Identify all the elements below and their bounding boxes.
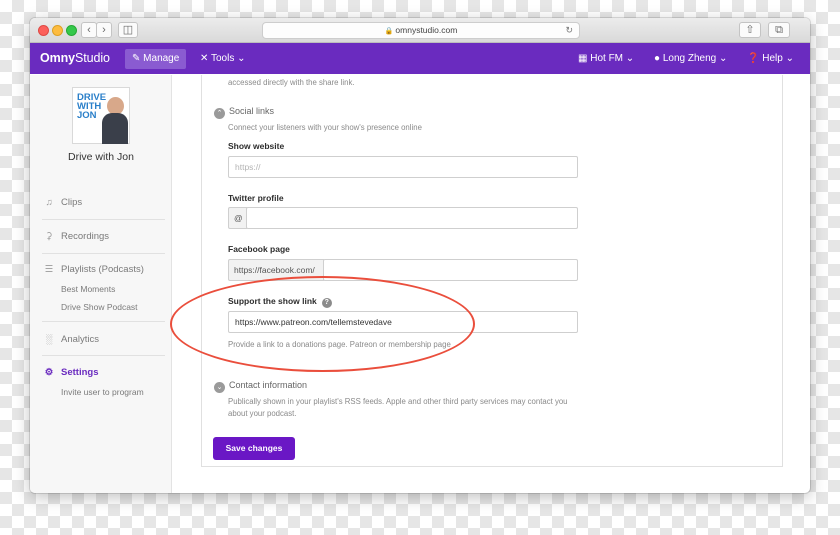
sidebar: DRIVE WITH JON Drive with Jon ♫ Clips ⚳ Re… <box>30 75 172 493</box>
forward-icon[interactable]: › <box>96 22 112 38</box>
chevron-up-icon: ⌃ <box>214 108 225 119</box>
chevron-down-icon: ⌄ <box>785 53 794 64</box>
manage-label: Manage <box>143 53 180 64</box>
contact-info-description-line2: about your podcast. <box>228 409 297 418</box>
list-icon: ☰ <box>44 264 54 275</box>
help-label: Help <box>762 53 783 64</box>
brand-prefix: Omny <box>40 51 76 65</box>
playlist-drive-show-podcast[interactable]: Drive Show Podcast <box>61 302 138 312</box>
sidebar-item-analytics[interactable]: ░ Analytics <box>42 334 99 345</box>
share-icon[interactable]: ⇧ <box>739 22 761 38</box>
facebook-prefix: https://facebook.com/ <box>228 259 324 281</box>
user-menu[interactable]: ● Long Zheng ⌄ <box>654 43 727 74</box>
minimize-window-button[interactable] <box>52 25 63 36</box>
sidebar-item-label: Clips <box>61 197 83 208</box>
social-links-section-toggle[interactable]: ⌃ Social links <box>214 106 274 119</box>
station-menu[interactable]: ▦ Hot FM ⌄ <box>578 43 634 74</box>
reload-icon[interactable]: ↻ <box>565 23 573 38</box>
show-website-label: Show website <box>228 141 285 151</box>
share-link-text: accessed directly with the share link. <box>228 78 355 87</box>
section-title: Social links <box>229 106 275 116</box>
divider <box>42 253 165 254</box>
support-link-label-text: Support the show link <box>228 296 317 306</box>
show-website-input[interactable]: https:// <box>228 156 578 178</box>
twitter-profile-input[interactable] <box>246 207 578 229</box>
station-label: Hot FM <box>590 53 624 64</box>
zoom-window-button[interactable] <box>66 25 77 36</box>
sidebar-item-label: Analytics <box>61 334 100 345</box>
help-icon: ❓ <box>747 53 760 64</box>
divider <box>42 219 165 220</box>
chevron-down-icon: ⌄ <box>214 382 225 393</box>
divider <box>42 321 165 322</box>
bar-chart-icon: ░ <box>45 334 53 345</box>
support-link-label: Support the show link? <box>228 296 332 308</box>
user-label: Long Zheng <box>662 53 717 64</box>
sidebar-item-label: Playlists (Podcasts) <box>61 264 144 275</box>
help-menu[interactable]: ❓ Help ⌄ <box>747 43 794 74</box>
tools-menu[interactable]: ✕ Tools ⌄ <box>200 43 246 74</box>
invite-user-link[interactable]: Invite user to program <box>61 387 144 397</box>
browser-window: ‹ › ◫ 🔒 omnystudio.com ↻ ⇧ ⧉ OmnyStudio ✎… <box>30 18 810 493</box>
tabs-icon[interactable]: ⧉ <box>768 22 790 38</box>
show-cover-art: DRIVE WITH JON <box>72 87 130 144</box>
cover-text: DRIVE WITH JON <box>77 92 107 121</box>
edit-icon: ✎ <box>132 53 141 64</box>
chevron-down-icon: ⌄ <box>237 53 246 64</box>
tools-label: Tools <box>211 53 235 64</box>
show-name: Drive with Jon <box>68 151 134 163</box>
chevron-down-icon: ⌄ <box>625 53 635 64</box>
section-title: Contact information <box>229 380 308 390</box>
back-icon[interactable]: ‹ <box>81 22 97 38</box>
app-navbar: OmnyStudio ✎ Manage ✕ Tools ⌄ ▦ Hot FM ⌄… <box>30 43 810 74</box>
address-url: omnystudio.com <box>395 25 458 35</box>
user-icon: ● <box>654 53 661 64</box>
twitter-prefix: @ <box>228 207 247 229</box>
station-icon: ▦ <box>578 53 588 64</box>
contact-info-description-line1: Publically shown in your playlist's RSS … <box>228 397 568 406</box>
support-link-help-text: Provide a link to a donations page. Patr… <box>228 340 451 349</box>
playlist-best-moments[interactable]: Best Moments <box>61 284 115 294</box>
address-bar[interactable]: 🔒 omnystudio.com ↻ <box>262 22 580 39</box>
chevron-down-icon: ⌄ <box>719 53 728 64</box>
lock-icon: 🔒 <box>384 28 394 35</box>
twitter-profile-label: Twitter profile <box>228 193 284 203</box>
sidebar-item-label: Recordings <box>61 231 110 242</box>
manage-button[interactable]: ✎ Manage <box>125 49 187 69</box>
cover-portrait-body <box>102 113 128 144</box>
save-changes-button[interactable]: Save changes <box>213 437 295 460</box>
brand-suffix: Studio <box>75 51 110 65</box>
contact-info-section-toggle[interactable]: ⌄ Contact information <box>214 380 307 393</box>
gear-icon: ⚙ <box>44 367 54 378</box>
sidebar-toggle-icon[interactable]: ◫ <box>118 22 138 38</box>
facebook-page-label: Facebook page <box>228 244 290 254</box>
question-icon[interactable]: ? <box>321 298 332 308</box>
tools-icon: ✕ <box>200 53 209 64</box>
sidebar-item-recordings[interactable]: ⚳ Recordings <box>42 231 110 242</box>
browser-titlebar: ‹ › ◫ 🔒 omnystudio.com ↻ ⇧ ⧉ <box>30 18 810 43</box>
sidebar-item-settings[interactable]: ⚙ Settings <box>42 367 99 378</box>
close-window-button[interactable] <box>38 25 49 36</box>
facebook-page-input[interactable] <box>323 259 578 281</box>
sidebar-item-playlists[interactable]: ☰ Playlists (Podcasts) <box>42 264 144 275</box>
support-link-input[interactable]: https://www.patreon.com/tellemstevedave <box>228 311 578 333</box>
music-note-icon: ♫ <box>45 197 53 208</box>
brand-logo[interactable]: OmnyStudio <box>40 51 110 65</box>
sidebar-item-clips[interactable]: ♫ Clips <box>42 197 82 208</box>
social-links-description: Connect your listeners with your show's … <box>228 123 422 132</box>
settings-panel: accessed directly with the share link. ⌃… <box>201 75 783 467</box>
divider <box>42 355 165 356</box>
sidebar-item-label: Settings <box>61 367 99 378</box>
microphone-icon: ⚳ <box>45 231 53 242</box>
